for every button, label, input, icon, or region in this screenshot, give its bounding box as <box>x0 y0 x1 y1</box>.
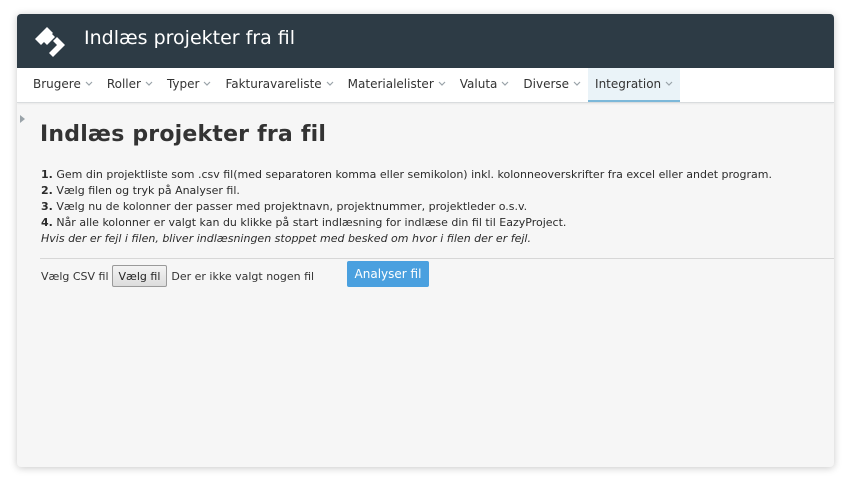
app-window: Indlæs projekter fra fil Brugere Roller … <box>17 14 834 467</box>
nav-item-label: Materialelister <box>347 77 434 91</box>
nav-item-label: Diverse <box>523 77 570 91</box>
error-note: Hvis der er fejl i filen, bliver indlæsn… <box>41 232 531 245</box>
step-text: Vælg nu de kolonner der passer med proje… <box>52 200 528 213</box>
nav-item-roller[interactable]: Roller <box>100 68 160 102</box>
sidebar-expand-icon[interactable] <box>20 115 26 123</box>
nav-item-materialelister[interactable]: Materialelister <box>341 68 453 102</box>
chevron-down-icon <box>145 81 153 86</box>
chevron-down-icon <box>573 81 581 86</box>
nav-item-label: Fakturavareliste <box>225 77 322 91</box>
nav-item-valuta[interactable]: Valuta <box>453 68 517 102</box>
nav-item-diverse[interactable]: Diverse <box>516 68 588 102</box>
nav-item-typer[interactable]: Typer <box>160 68 219 102</box>
nav-item-fakturavareliste[interactable]: Fakturavareliste <box>218 68 340 102</box>
eazyproject-logo-icon[interactable] <box>33 25 67 57</box>
step-text: Når alle kolonner er valgt kan du klikke… <box>52 216 567 229</box>
analyze-file-button[interactable]: Analyser fil <box>347 261 429 287</box>
instructions-list: 1. Gem din projektliste som .csv fil(med… <box>41 167 772 247</box>
choose-file-button[interactable]: Vælg fil <box>111 265 168 287</box>
instruction-step: 3. Vælg nu de kolonner der passer med pr… <box>41 199 772 215</box>
nav-item-label: Integration <box>595 77 662 91</box>
nav-item-label: Brugere <box>33 77 81 91</box>
instruction-step: 4. Når alle kolonner er valgt kan du kli… <box>41 215 772 231</box>
chevron-down-icon <box>326 81 334 86</box>
chevron-down-icon <box>665 81 673 86</box>
chevron-down-icon <box>438 81 446 86</box>
app-title: Indlæs projekter fra fil <box>84 27 296 49</box>
file-label: Vælg CSV fil <box>41 269 109 283</box>
nav-item-brugere[interactable]: Brugere <box>26 68 100 102</box>
admin-nav-bar: Brugere Roller Typer Fakturavareliste Ma… <box>17 68 834 103</box>
page-title: Indlæs projekter fra fil <box>40 122 327 147</box>
step-number: 3. <box>41 200 53 213</box>
step-number: 2. <box>41 184 53 197</box>
step-text: Gem din projektliste som .csv fil(med se… <box>52 168 772 181</box>
instruction-step: 1. Gem din projektliste som .csv fil(med… <box>41 167 772 183</box>
chevron-down-icon <box>501 81 509 86</box>
nav-item-label: Valuta <box>459 77 498 91</box>
section-divider <box>40 258 834 259</box>
step-number: 4. <box>41 216 53 229</box>
file-status: Der er ikke valgt nogen fil <box>171 269 315 283</box>
csv-file-picker: Vælg CSV fil Vælg fil Der er ikke valgt … <box>41 264 359 288</box>
instruction-step: 2. Vælg filen og tryk på Analyser fil. <box>41 183 772 199</box>
title-bar: Indlæs projekter fra fil <box>17 14 834 68</box>
chevron-down-icon <box>204 81 211 86</box>
nav-item-label: Roller <box>106 77 141 91</box>
step-text: Vælg filen og tryk på Analyser fil. <box>52 184 240 197</box>
nav-item-label: Typer <box>166 77 200 91</box>
nav-menu: Brugere Roller Typer Fakturavareliste Ma… <box>17 68 834 102</box>
step-number: 1. <box>41 168 53 181</box>
nav-item-integration[interactable]: Integration <box>588 68 681 102</box>
chevron-down-icon <box>85 81 93 86</box>
